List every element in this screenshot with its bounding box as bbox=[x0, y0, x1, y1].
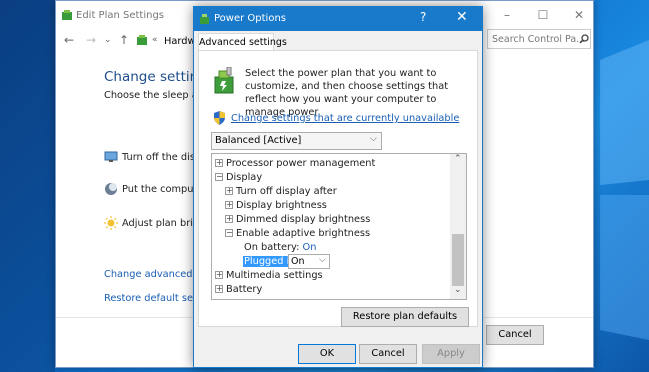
intro-text: Select the power plan that you want to c… bbox=[245, 68, 449, 118]
on-battery-label: On battery: bbox=[244, 242, 300, 253]
dialog-title: Power Options bbox=[214, 13, 286, 24]
tree-item-battery[interactable]: + Battery bbox=[215, 284, 262, 295]
background-cancel-button[interactable]: Cancel bbox=[486, 325, 544, 345]
tree-item-display-brightness[interactable]: + Display brightness bbox=[225, 200, 327, 211]
collapse-minus-icon[interactable]: − bbox=[225, 229, 233, 237]
maximize-button[interactable]: ☐ bbox=[532, 5, 554, 25]
power-options-dialog: Power Options ? ✕ Advanced settings Sele… bbox=[193, 6, 483, 368]
tree-item-dimmed-brightness[interactable]: + Dimmed display brightness bbox=[225, 214, 370, 225]
expand-plus-icon[interactable]: + bbox=[215, 271, 223, 279]
power-plan-large-icon bbox=[214, 67, 234, 94]
tree-item-processor[interactable]: + Processor power management bbox=[215, 158, 375, 169]
scrollbar-thumb[interactable] bbox=[452, 234, 464, 286]
up-arrow-icon[interactable]: ↑ bbox=[119, 33, 129, 47]
search-input[interactable]: Search Control Pa... bbox=[487, 29, 591, 49]
plugged-in-value: On bbox=[291, 256, 305, 267]
tree-item-on-battery[interactable]: On battery: On bbox=[244, 242, 316, 253]
expand-plus-icon[interactable]: + bbox=[215, 159, 223, 167]
recent-chevron-icon[interactable]: ⌄ bbox=[104, 35, 112, 45]
scroll-up-arrow-icon[interactable]: ⌃ bbox=[454, 154, 462, 164]
power-plan-select[interactable]: Balanced [Active] ⌵ bbox=[211, 132, 382, 150]
expand-plus-icon[interactable]: + bbox=[225, 215, 233, 223]
chevron-down-icon: ⌵ bbox=[370, 134, 377, 144]
apply-button[interactable]: Apply bbox=[422, 344, 480, 364]
ok-button[interactable]: OK bbox=[298, 344, 356, 364]
dialog-titlebar: Power Options ? ✕ bbox=[194, 7, 482, 31]
power-plan-selected-value: Balanced [Active] bbox=[215, 135, 302, 146]
power-options-icon bbox=[200, 14, 209, 24]
change-unavailable-settings-link[interactable]: Change settings that are currently unava… bbox=[231, 113, 459, 124]
dialog-close-button[interactable]: ✕ bbox=[456, 9, 468, 25]
expand-plus-icon[interactable]: + bbox=[215, 285, 223, 293]
expand-plus-icon[interactable]: + bbox=[225, 201, 233, 209]
on-battery-value[interactable]: On bbox=[303, 242, 317, 253]
search-placeholder: Search Control Pa... bbox=[492, 34, 586, 45]
restore-plan-defaults-button[interactable]: Restore plan defaults bbox=[341, 307, 469, 327]
tree-item-turn-off-display[interactable]: + Turn off display after bbox=[225, 186, 337, 197]
back-arrow-icon[interactable]: ← bbox=[64, 33, 74, 47]
expand-plus-icon[interactable]: + bbox=[225, 187, 233, 195]
monitor-icon bbox=[104, 151, 118, 162]
settings-tree[interactable]: + Processor power management − Display + Tu… bbox=[211, 153, 467, 300]
window-title: Edit Plan Settings bbox=[76, 10, 165, 21]
forward-arrow-icon[interactable]: → bbox=[86, 33, 96, 47]
tab-advanced-settings[interactable]: Advanced settings bbox=[198, 33, 287, 51]
power-plan-icon bbox=[62, 10, 72, 20]
control-panel-icon bbox=[137, 35, 147, 45]
sleep-moon-icon bbox=[105, 183, 117, 195]
collapse-minus-icon[interactable]: − bbox=[215, 173, 223, 181]
tree-item-display[interactable]: − Display bbox=[215, 172, 262, 183]
cancel-button[interactable]: Cancel bbox=[359, 344, 417, 364]
search-icon bbox=[579, 34, 589, 44]
help-button[interactable]: ? bbox=[420, 10, 426, 24]
chevron-down-icon: ⌵ bbox=[319, 255, 326, 265]
breadcrumb-chevron-icon: « bbox=[152, 35, 158, 45]
tree-item-adaptive-brightness[interactable]: − Enable adaptive brightness bbox=[225, 228, 370, 239]
tree-item-multimedia[interactable]: + Multimedia settings bbox=[215, 270, 323, 281]
uac-shield-icon bbox=[214, 111, 225, 125]
scroll-down-arrow-icon[interactable]: ⌄ bbox=[454, 285, 462, 295]
tree-scrollbar[interactable]: ⌃ ⌄ bbox=[450, 154, 466, 299]
minimize-button[interactable]: – bbox=[496, 5, 518, 25]
close-button[interactable]: ✕ bbox=[568, 5, 590, 25]
advanced-settings-panel: Select the power plan that you want to c… bbox=[198, 50, 478, 327]
brightness-sun-icon bbox=[104, 216, 118, 230]
plugged-in-select[interactable]: On ⌵ bbox=[288, 254, 330, 269]
